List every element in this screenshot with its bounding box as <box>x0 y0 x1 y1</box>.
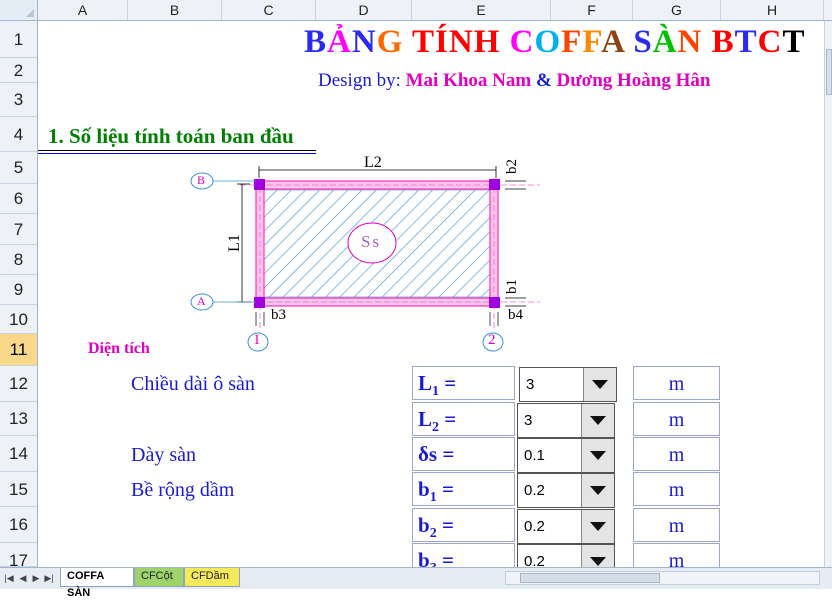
tab-coffa-san[interactable]: COFFA SÀN <box>60 568 134 599</box>
axis-1-label: 1 <box>253 332 261 348</box>
input-symbol: L1 = <box>418 371 456 400</box>
chevron-down-icon[interactable] <box>581 474 614 507</box>
input-unit: m <box>668 515 685 537</box>
input-label: Dày sàn <box>131 444 196 466</box>
symbol-equals: = <box>436 513 454 537</box>
input-symbol: b2 = <box>418 513 454 542</box>
symbol-equals: = <box>439 371 457 395</box>
input-symbol: b1 = <box>418 477 454 506</box>
last-sheet-icon[interactable]: ▶| <box>44 572 54 584</box>
symbol-subscript: 2 <box>432 420 440 436</box>
chevron-down-icon[interactable] <box>581 404 614 437</box>
input-symbol: L2 = <box>418 407 456 436</box>
value-dropdown[interactable]: 3 <box>517 403 615 438</box>
axis-a-label: A <box>197 294 206 308</box>
prev-sheet-icon[interactable]: ◀ <box>18 572 28 584</box>
dropdown-value: 0.1 <box>524 447 545 464</box>
input-label: Chiều dài ô sàn <box>131 373 255 395</box>
dropdown-value: 3 <box>526 376 535 393</box>
column-a1 <box>254 297 265 308</box>
sheet-tab-bar: |◀ ◀ ▶ ▶| COFFA SÀN CFCột CFDầm <box>0 567 832 599</box>
dropdown-value: 0.2 <box>524 518 545 535</box>
tab-cfdam[interactable]: CFDầm <box>184 568 240 587</box>
dim-b2-label: b2 <box>504 159 520 174</box>
symbol-letter: δs <box>418 442 438 466</box>
chevron-down-icon[interactable] <box>583 368 616 401</box>
dropdown-value: 3 <box>524 412 533 429</box>
input-label: Bề rộng dầm <box>131 479 235 501</box>
input-symbol: δs = <box>418 442 454 471</box>
tab-cfcot[interactable]: CFCột <box>134 568 184 587</box>
symbol-equals: = <box>436 477 454 501</box>
symbol-letter: L <box>418 407 433 431</box>
first-sheet-icon[interactable]: |◀ <box>4 572 14 584</box>
dim-b4-label: b4 <box>508 307 523 323</box>
symbol-letter: b <box>418 477 430 501</box>
horizontal-scrollbar[interactable] <box>505 571 820 585</box>
area-label: Diện tích <box>88 340 150 357</box>
axis-b-label: B <box>197 173 206 187</box>
symbol-letter: b <box>418 513 430 537</box>
value-dropdown[interactable]: 0.1 <box>517 438 615 473</box>
symbol-equals: = <box>439 407 457 431</box>
next-sheet-icon[interactable]: ▶ <box>31 572 41 584</box>
dim-l1-label: L1 <box>225 234 243 252</box>
value-dropdown[interactable]: 0.2 <box>517 473 615 508</box>
symbol-subscript: 1 <box>429 490 437 506</box>
chevron-down-icon[interactable] <box>581 439 614 472</box>
dim-b1-label: b1 <box>504 279 520 294</box>
input-unit: m <box>668 409 685 431</box>
column-a2 <box>489 297 500 308</box>
symbol-letter: L <box>418 371 433 395</box>
input-unit: m <box>668 479 685 501</box>
dropdown-value: 0.2 <box>524 482 545 499</box>
horizontal-scroll-thumb[interactable] <box>520 573 660 583</box>
value-dropdown[interactable]: 0.2 <box>517 509 615 544</box>
dim-b3-label: b3 <box>271 307 286 323</box>
axis-2-label: 2 <box>488 332 496 348</box>
slab-area-label: Ss <box>361 232 382 251</box>
value-dropdown[interactable]: 3 <box>519 367 617 402</box>
chevron-down-icon[interactable] <box>581 510 614 543</box>
column-b2 <box>489 179 500 190</box>
symbol-subscript: 2 <box>429 526 437 542</box>
symbol-equals: = <box>437 442 455 466</box>
input-unit: m <box>668 444 685 466</box>
symbol-subscript: 1 <box>432 384 440 400</box>
input-unit: m <box>668 373 685 395</box>
dim-l2-label: L2 <box>364 154 382 171</box>
